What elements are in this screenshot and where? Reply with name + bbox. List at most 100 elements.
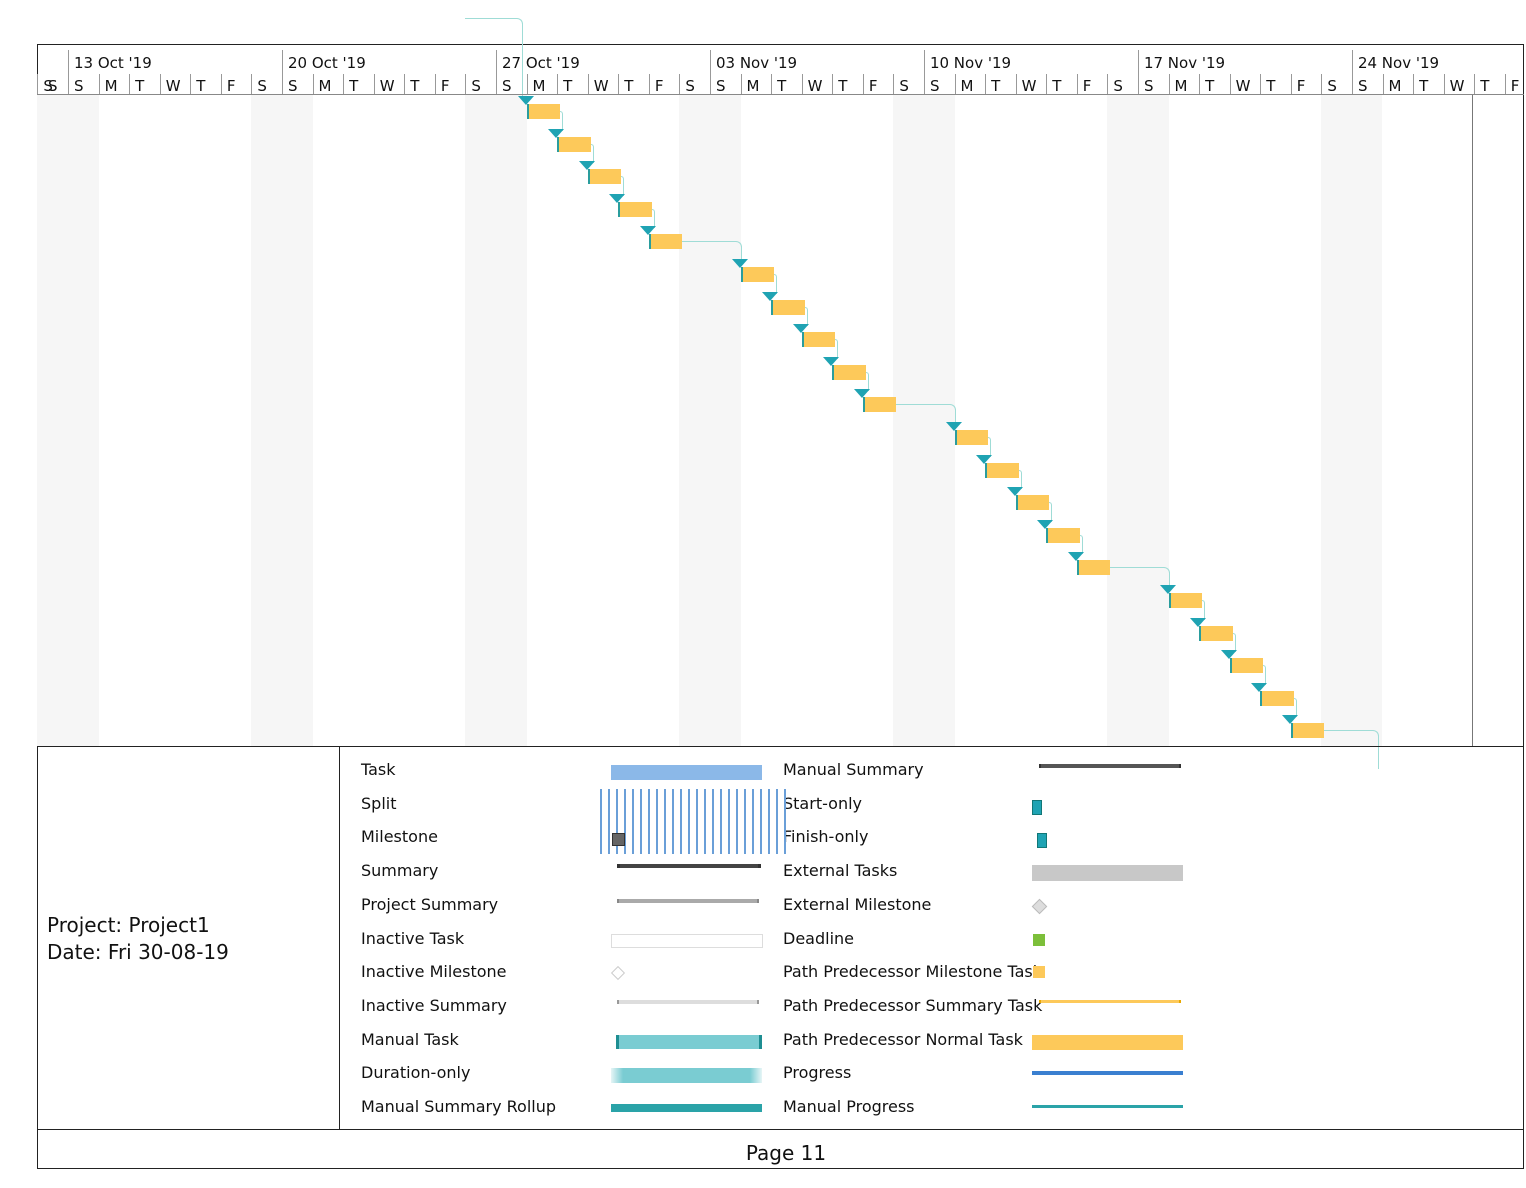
task-bar <box>557 136 591 152</box>
day-label: F <box>440 77 450 95</box>
task-bar <box>954 430 989 445</box>
task-bar <box>1046 527 1080 543</box>
legend-symbol-deadline <box>1033 933 1045 946</box>
day-tick <box>862 74 864 94</box>
task-bar <box>648 234 683 250</box>
legend-label: Deadline <box>783 928 854 948</box>
legend-label: Finish-only <box>783 827 869 847</box>
legend-symbol-task <box>611 765 762 780</box>
task-bar <box>1229 658 1264 674</box>
legend-label: Path Predecessor Milestone Task <box>783 962 1042 982</box>
legend-symbol-path-predecessor-summary-task <box>1039 999 1181 1003</box>
day-label: S <box>685 77 695 95</box>
legend-label: Task <box>361 760 396 779</box>
project-name: Project: Project1 <box>47 913 210 937</box>
legend-divider <box>37 746 1524 747</box>
day-tick <box>1199 74 1201 94</box>
footer-divider <box>37 1129 1524 1130</box>
day-label: S <box>1327 77 1337 95</box>
day-tick <box>1474 74 1476 94</box>
task-bar <box>832 364 866 380</box>
day-tick <box>618 74 620 94</box>
legend-label: Inactive Task <box>361 928 465 948</box>
week-label: 03 Nov '19 <box>715 54 798 72</box>
page-number: Page 11 <box>745 1141 827 1165</box>
day-tick <box>1168 74 1170 94</box>
day-label: W <box>165 77 181 95</box>
legend-label: Milestone <box>361 827 438 847</box>
legend-label: Manual Task <box>361 1029 459 1049</box>
day-tick <box>832 74 834 94</box>
task-bar <box>587 169 622 185</box>
day-tick <box>404 74 406 94</box>
day-tick <box>679 74 681 94</box>
day-tick <box>129 74 131 94</box>
day-tick <box>1260 74 1262 94</box>
day-label: S <box>929 77 940 95</box>
task-bar <box>801 332 836 348</box>
day-label: S <box>287 77 298 95</box>
day-label: S <box>1357 77 1368 95</box>
day-label: T <box>563 77 573 95</box>
day-label: T <box>1419 77 1429 95</box>
day-label: T <box>135 77 145 95</box>
week-label: 24 Nov '19 <box>1357 54 1440 72</box>
day-tick <box>587 74 589 94</box>
day-label: M <box>1174 77 1188 95</box>
day-label: T <box>196 77 206 95</box>
day-label: W <box>379 77 395 95</box>
legend-label: Path Predecessor Summary Task <box>783 995 1043 1015</box>
legend-label: Start-only <box>783 793 862 813</box>
project-date: Date: Fri 30-08-19 <box>47 940 229 964</box>
day-label: F <box>226 77 236 95</box>
day-label: F <box>1510 77 1520 95</box>
week-label: 13 Oct '19 <box>74 54 152 72</box>
day-tick <box>557 74 559 94</box>
legend-symbol-split <box>600 788 790 854</box>
day-label: S <box>1113 77 1123 95</box>
page-break-line <box>1472 95 1473 747</box>
day-label: W <box>1449 77 1465 95</box>
day-tick <box>220 74 222 94</box>
legend-label: Inactive Summary <box>361 995 507 1015</box>
legend-label: Path Predecessor Normal Task <box>783 1029 1023 1049</box>
day-tick <box>1504 74 1506 94</box>
day-tick <box>37 74 39 94</box>
day-label: S <box>48 77 58 95</box>
task-bar <box>1260 690 1294 706</box>
day-tick <box>893 74 895 94</box>
day-tick <box>801 74 803 94</box>
day-tick <box>1046 74 1048 94</box>
day-tick <box>1443 74 1445 94</box>
task-bar <box>526 104 561 119</box>
day-label: S <box>257 77 267 95</box>
legend-symbol-inactive-task <box>611 933 763 948</box>
day-label: M <box>960 77 974 95</box>
day-label: T <box>1480 77 1490 95</box>
day-label: W <box>807 77 823 95</box>
day-label: T <box>1205 77 1215 95</box>
legend-label: Progress <box>783 1063 852 1083</box>
day-tick <box>954 74 956 94</box>
day-label: T <box>991 77 1001 95</box>
legend-symbol-inactive-summary <box>617 999 759 1004</box>
timescale-divider <box>37 94 1524 95</box>
week-label: 10 Nov '19 <box>929 54 1012 72</box>
weekend-shading <box>465 95 527 746</box>
legend-symbol-start-only <box>1032 799 1042 815</box>
day-label: F <box>1296 77 1306 95</box>
weekend-shading <box>251 95 313 746</box>
week-tick <box>923 50 925 94</box>
legend-label: Duration-only <box>361 1063 471 1083</box>
day-label: W <box>593 77 609 95</box>
day-label: T <box>1266 77 1276 95</box>
day-label: T <box>777 77 787 95</box>
day-label: T <box>838 77 848 95</box>
day-tick <box>1321 74 1323 94</box>
weekend-shading <box>1107 95 1169 746</box>
weekend-shading <box>679 95 741 746</box>
predecessor-link <box>465 18 523 99</box>
day-tick <box>373 74 375 94</box>
day-label: F <box>654 77 664 95</box>
legend-symbol-manual-summary-rollup <box>611 1104 762 1112</box>
